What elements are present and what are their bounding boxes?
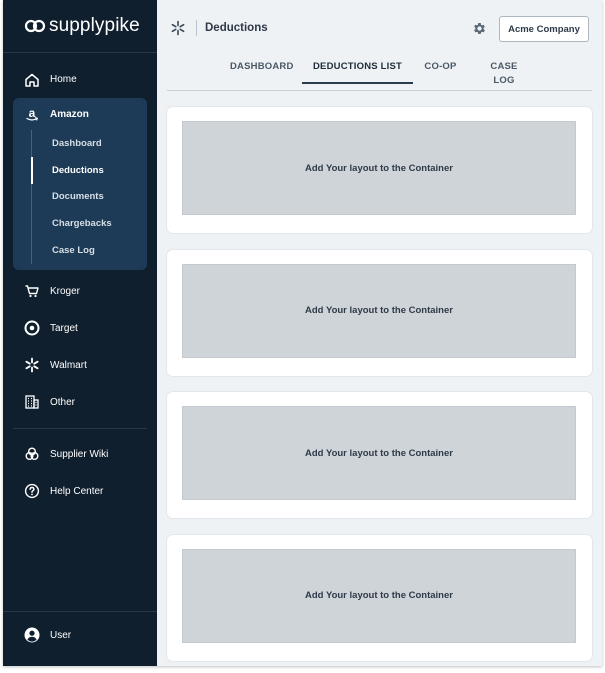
sidebar-item-other[interactable]: Other <box>3 384 157 421</box>
submenu-item-dashboard[interactable]: Dashboard <box>31 130 147 157</box>
user-menu[interactable]: User <box>3 613 157 657</box>
sidebar-item-kroger[interactable]: Kroger <box>3 273 157 310</box>
amazon-icon: a <box>23 105 41 123</box>
sidebar-item-amazon[interactable]: a Amazon <box>13 98 147 130</box>
sidebar-item-target[interactable]: Target <box>3 310 157 347</box>
layout-placeholder: Add Your layout to the Container <box>182 548 576 643</box>
sidebar-item-walmart[interactable]: Walmart <box>3 347 157 384</box>
layout-placeholder: Add Your layout to the Container <box>182 121 576 215</box>
kroger-cart-icon <box>23 282 41 300</box>
sidebar-item-label: Walmart <box>50 359 87 371</box>
submenu-item-case-log[interactable]: Case Log <box>31 237 147 264</box>
target-icon <box>23 319 41 337</box>
sidebar-item-label: Target <box>50 322 78 334</box>
submenu-item-chargebacks[interactable]: Chargebacks <box>31 210 147 237</box>
sidebar-item-label: Help Center <box>50 485 104 497</box>
submenu-item-documents[interactable]: Documents <box>31 184 147 211</box>
layout-placeholder: Add Your layout to the Container <box>182 406 576 500</box>
wiki-icon <box>23 445 41 463</box>
container-card: Add Your layout to the Container <box>167 392 592 518</box>
page-title: Deductions <box>196 20 268 36</box>
sidebar-item-label: Home <box>50 74 77 85</box>
supplypike-logo-icon <box>24 19 46 33</box>
app-window: supplypike Home a Amazon Dashboard Deduc… <box>3 0 602 666</box>
walmart-spark-icon <box>23 356 41 374</box>
company-selector-button[interactable]: Acme Company <box>499 16 589 42</box>
tab-co-op[interactable]: CO-OP <box>423 60 458 82</box>
sidebar-group-amazon: a Amazon Dashboard Deductions Documents … <box>13 98 147 270</box>
container-card: Add Your layout to the Container <box>167 534 592 661</box>
svg-text:a: a <box>29 106 36 120</box>
sidebar: supplypike Home a Amazon Dashboard Deduc… <box>3 0 157 666</box>
sidebar-item-label: Supplier Wiki <box>50 448 109 460</box>
brand-logo[interactable]: supplypike <box>3 0 157 53</box>
brand-name: supplypike <box>49 15 140 36</box>
tab-bar: DASHBOARD DEDUCTIONS LIST CO-OP CASE LOG <box>167 56 592 91</box>
sidebar-item-supplier-wiki[interactable]: Supplier Wiki <box>3 436 157 473</box>
amazon-submenu: Dashboard Deductions Documents Chargebac… <box>31 130 147 264</box>
tab-dashboard[interactable]: DASHBOARD <box>230 60 293 82</box>
main-area: Deductions Acme Company DASHBOARD DEDUCT… <box>157 0 602 666</box>
sidebar-divider <box>13 427 147 429</box>
user-label: User <box>50 629 72 641</box>
sidebar-item-label: Kroger <box>50 285 81 297</box>
tab-case-log[interactable]: CASE LOG <box>479 60 529 86</box>
sidebar-user-area: User <box>3 611 157 666</box>
tab-deductions-list[interactable]: DEDUCTIONS LIST <box>302 60 413 84</box>
building-icon <box>23 393 41 411</box>
home-icon <box>23 71 41 89</box>
sidebar-item-label: Other <box>50 396 76 408</box>
sidebar-item-label: Amazon <box>50 108 89 120</box>
sidebar-item-help-center[interactable]: Help Center <box>3 473 157 510</box>
sidebar-item-home[interactable]: Home <box>3 61 157 98</box>
container-card: Add Your layout to the Container <box>167 249 592 376</box>
user-avatar-icon <box>23 626 41 644</box>
gear-icon[interactable] <box>472 21 487 36</box>
help-circle-icon <box>23 482 41 500</box>
container-card: Add Your layout to the Container <box>167 107 592 233</box>
submenu-item-deductions[interactable]: Deductions <box>31 156 147 184</box>
content-area: Add Your layout to the Container Add You… <box>157 91 602 661</box>
layout-placeholder: Add Your layout to the Container <box>182 263 576 358</box>
topbar: Deductions Acme Company <box>157 0 602 56</box>
walmart-spark-icon <box>171 20 185 36</box>
